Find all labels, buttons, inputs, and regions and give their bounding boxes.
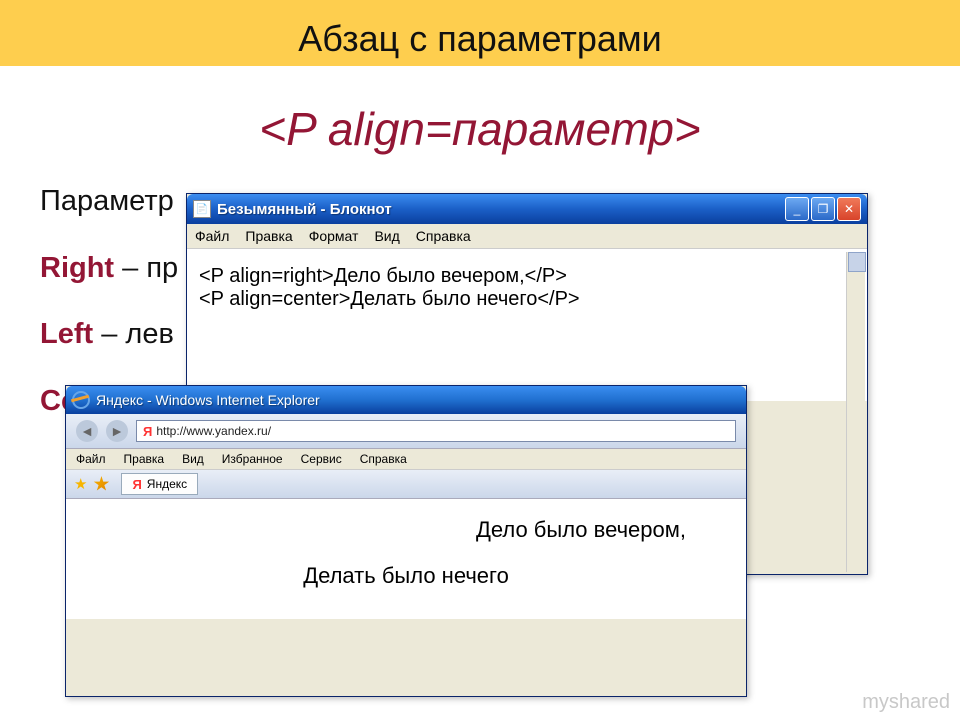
yandex-favicon: Я: [143, 424, 152, 439]
slide-title: Абзац с параметрами: [0, 0, 960, 66]
ie-page-content: Дело было вечером, Делать было нечего: [66, 499, 746, 619]
ie-window: Яндекс - Windows Internet Explorer ◄ ► Я…: [65, 385, 747, 697]
ie-favorites-bar: ★ Я Яндекс: [66, 470, 746, 499]
tab-favicon: Я: [132, 477, 141, 492]
menu-view[interactable]: Вид: [374, 228, 399, 244]
forward-button[interactable]: ►: [106, 420, 128, 442]
rendered-line-center: Делать было нечего: [126, 563, 686, 589]
ie-icon: [72, 391, 90, 409]
rendered-line-right: Дело было вечером,: [126, 517, 686, 543]
notepad-line-1: <P align=right>Дело было вечером,</P>: [199, 265, 855, 288]
address-text: http://www.yandex.ru/: [156, 424, 271, 438]
favorites-star-icon[interactable]: ★: [74, 475, 87, 493]
ie-menu-favorites[interactable]: Избранное: [222, 452, 283, 466]
ie-menu-edit[interactable]: Правка: [124, 452, 165, 466]
ie-menu-view[interactable]: Вид: [182, 452, 204, 466]
minimize-button[interactable]: _: [785, 197, 809, 221]
add-favorite-icon[interactable]: [93, 476, 109, 492]
ie-menu-service[interactable]: Сервис: [301, 452, 342, 466]
ie-title-text: Яндекс - Windows Internet Explorer: [96, 392, 320, 408]
keyword-left: Left: [40, 318, 93, 350]
ie-toolbar: ◄ ► Я http://www.yandex.ru/: [66, 414, 746, 449]
close-button[interactable]: ✕: [837, 197, 861, 221]
left-desc: – лев: [93, 318, 174, 350]
ie-menu-file[interactable]: Файл: [76, 452, 106, 466]
address-bar[interactable]: Я http://www.yandex.ru/: [136, 420, 736, 442]
notepad-content[interactable]: <P align=right>Дело было вечером,</P> <P…: [187, 249, 867, 401]
scroll-thumb[interactable]: [848, 252, 866, 272]
code-example: <P align=параметр>: [0, 102, 960, 156]
ie-menu: Файл Правка Вид Избранное Сервис Справка: [66, 449, 746, 470]
maximize-button[interactable]: ❐: [811, 197, 835, 221]
tab-label: Яндекс: [147, 477, 187, 491]
watermark: myshared: [862, 691, 950, 714]
notepad-menu: Файл Правка Формат Вид Справка: [187, 224, 867, 249]
browser-tab[interactable]: Я Яндекс: [121, 473, 198, 495]
notepad-title-text: Безымянный - Блокнот: [217, 201, 785, 218]
back-button[interactable]: ◄: [76, 420, 98, 442]
notepad-icon: 📄: [193, 200, 211, 218]
right-desc: – пр: [114, 252, 178, 284]
menu-edit[interactable]: Правка: [245, 228, 292, 244]
ie-menu-help[interactable]: Справка: [360, 452, 407, 466]
ie-titlebar[interactable]: Яндекс - Windows Internet Explorer: [66, 386, 746, 414]
menu-file[interactable]: Файл: [195, 228, 229, 244]
notepad-line-2: <P align=center>Делать было нечего</P>: [199, 288, 855, 311]
menu-help[interactable]: Справка: [416, 228, 471, 244]
scrollbar[interactable]: [846, 252, 865, 572]
keyword-right: Right: [40, 252, 114, 284]
notepad-titlebar[interactable]: 📄 Безымянный - Блокнот _ ❐ ✕: [187, 194, 867, 224]
menu-format[interactable]: Формат: [309, 228, 359, 244]
